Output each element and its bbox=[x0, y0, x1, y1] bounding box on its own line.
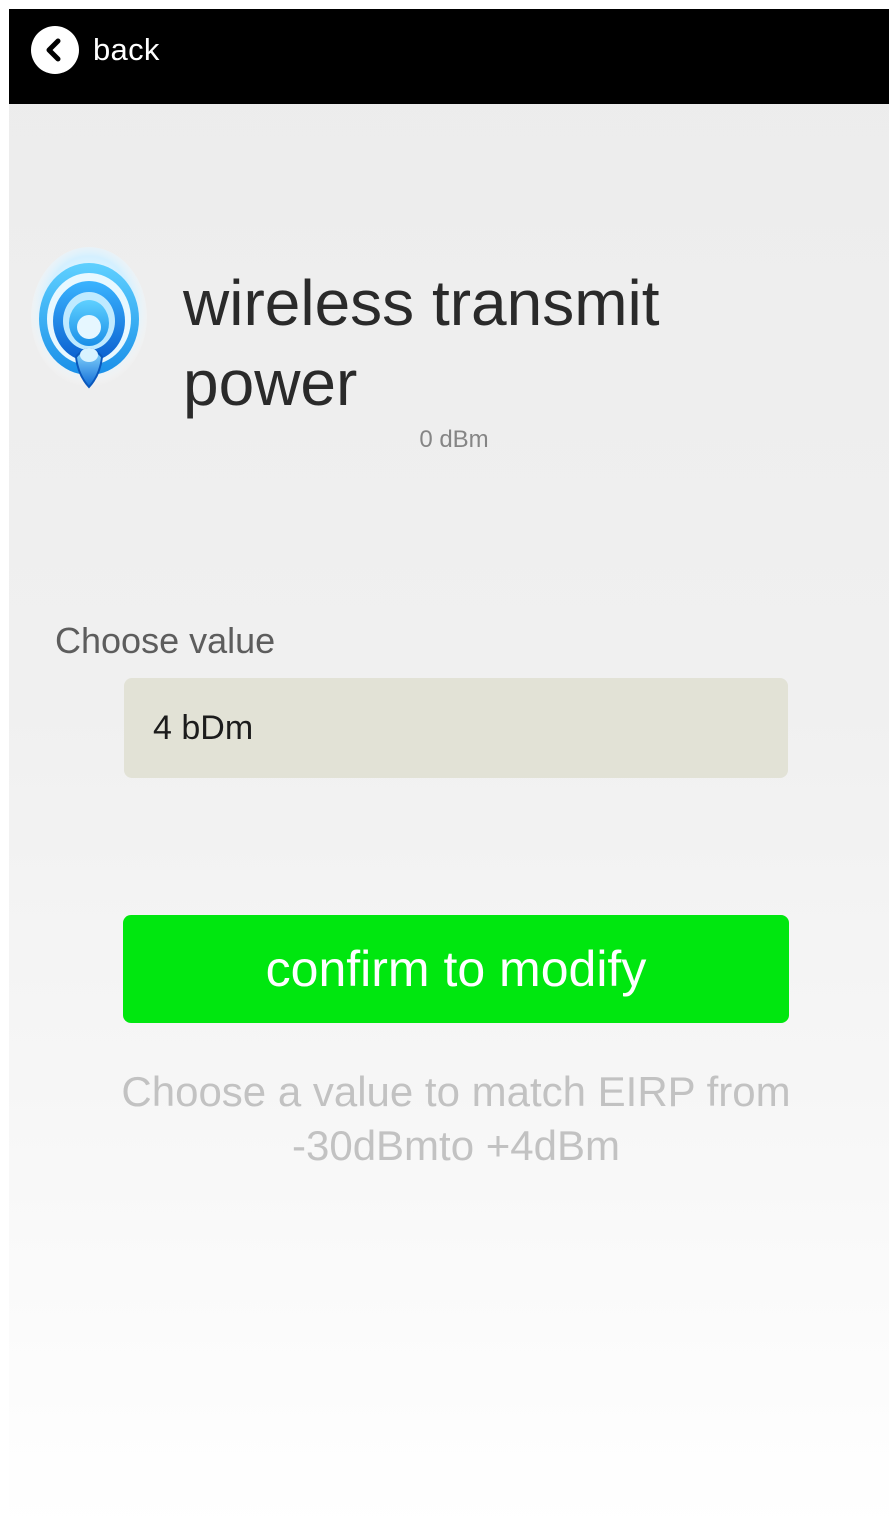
wifi-signal-icon bbox=[30, 245, 148, 395]
app-screen: back wireless transmit power 0 dBm Choos… bbox=[9, 9, 889, 1530]
range-hint: Choose a value to match EIRP from -30dBm… bbox=[121, 1068, 791, 1169]
back-label[interactable]: back bbox=[93, 32, 160, 68]
setting-title: wireless transmit power bbox=[183, 267, 660, 419]
top-bar: back bbox=[9, 9, 889, 104]
back-button[interactable]: back bbox=[31, 25, 160, 75]
value-select[interactable]: 4 bDm bbox=[124, 678, 788, 778]
confirm-button[interactable]: confirm to modify bbox=[123, 915, 789, 1023]
choose-value-label: Choose value bbox=[55, 620, 276, 661]
current-value: 0 dBm bbox=[419, 426, 489, 453]
back-arrow-icon[interactable] bbox=[31, 26, 79, 74]
